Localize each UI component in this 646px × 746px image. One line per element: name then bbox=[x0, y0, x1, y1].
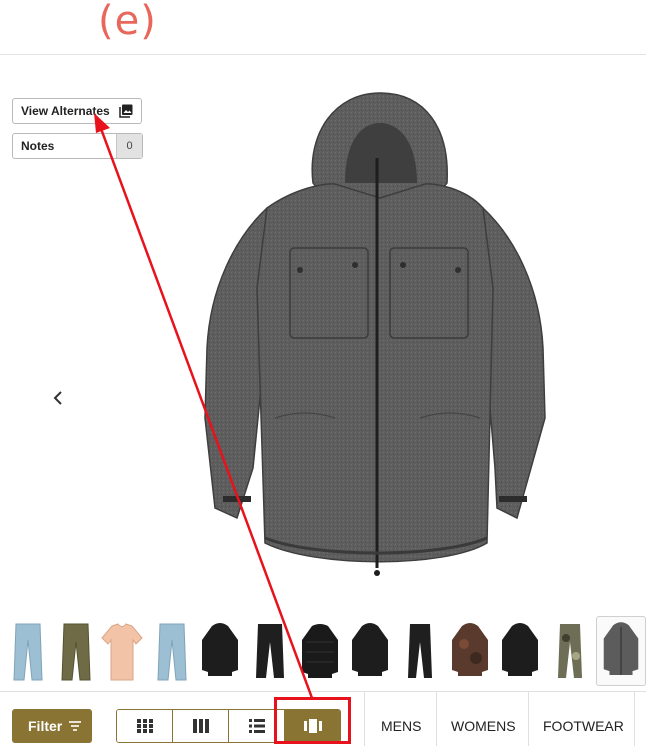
thumbnail-charcoal-jacket-selected[interactable] bbox=[596, 616, 646, 686]
filter-label: Filter bbox=[28, 718, 63, 734]
thumbnail-light-wash-jeans[interactable] bbox=[6, 620, 54, 684]
image-gallery-icon bbox=[119, 104, 133, 118]
nav-divider bbox=[634, 692, 635, 746]
small-grid-icon bbox=[136, 719, 153, 733]
nav-womens[interactable]: WOMENS bbox=[451, 718, 516, 734]
thumbnail-black-hooded-jacket-2[interactable] bbox=[346, 620, 394, 684]
thumbnail-olive-pants[interactable] bbox=[52, 620, 100, 684]
filter-button[interactable]: Filter bbox=[12, 709, 92, 743]
notes-count-badge: 0 bbox=[116, 134, 142, 158]
view-small-grid[interactable] bbox=[117, 710, 173, 742]
large-grid-icon bbox=[192, 719, 209, 733]
thumbnail-black-hooded-jacket[interactable] bbox=[196, 620, 244, 684]
nav-footwear[interactable]: FOOTWEAR bbox=[543, 718, 624, 734]
thumbnail-camo-pants[interactable] bbox=[546, 620, 594, 684]
sort-lines-icon bbox=[69, 721, 81, 731]
view-large-grid[interactable] bbox=[173, 710, 229, 742]
brand-logo[interactable]: (e) bbox=[98, 0, 157, 44]
nav-divider bbox=[528, 692, 529, 746]
annotation-highlight-box bbox=[274, 697, 351, 744]
nav-mens[interactable]: MENS bbox=[381, 718, 421, 734]
chevron-left-icon[interactable] bbox=[50, 388, 66, 408]
app-header: (e) bbox=[0, 0, 646, 55]
thumbnail-peach-tshirt[interactable] bbox=[98, 620, 146, 684]
thumbnail-black-jacket[interactable] bbox=[496, 620, 544, 684]
notes-button[interactable]: Notes 0 bbox=[12, 133, 143, 159]
thumbnail-brown-camo-jacket[interactable] bbox=[446, 620, 494, 684]
list-icon bbox=[248, 719, 265, 733]
thumbnail-strip bbox=[0, 616, 646, 690]
thumbnail-black-puffer-jacket[interactable] bbox=[296, 620, 344, 684]
view-alternates-label: View Alternates bbox=[21, 104, 110, 118]
thumbnail-black-snow-pants[interactable] bbox=[246, 620, 294, 684]
thumbnail-light-wash-jeans-2[interactable] bbox=[148, 620, 196, 684]
view-alternates-button[interactable]: View Alternates bbox=[12, 98, 142, 124]
nav-divider bbox=[364, 692, 365, 746]
thumbnail-black-pants[interactable] bbox=[396, 620, 444, 684]
notes-label: Notes bbox=[21, 139, 55, 153]
nav-divider bbox=[436, 692, 437, 746]
product-image bbox=[204, 92, 546, 576]
